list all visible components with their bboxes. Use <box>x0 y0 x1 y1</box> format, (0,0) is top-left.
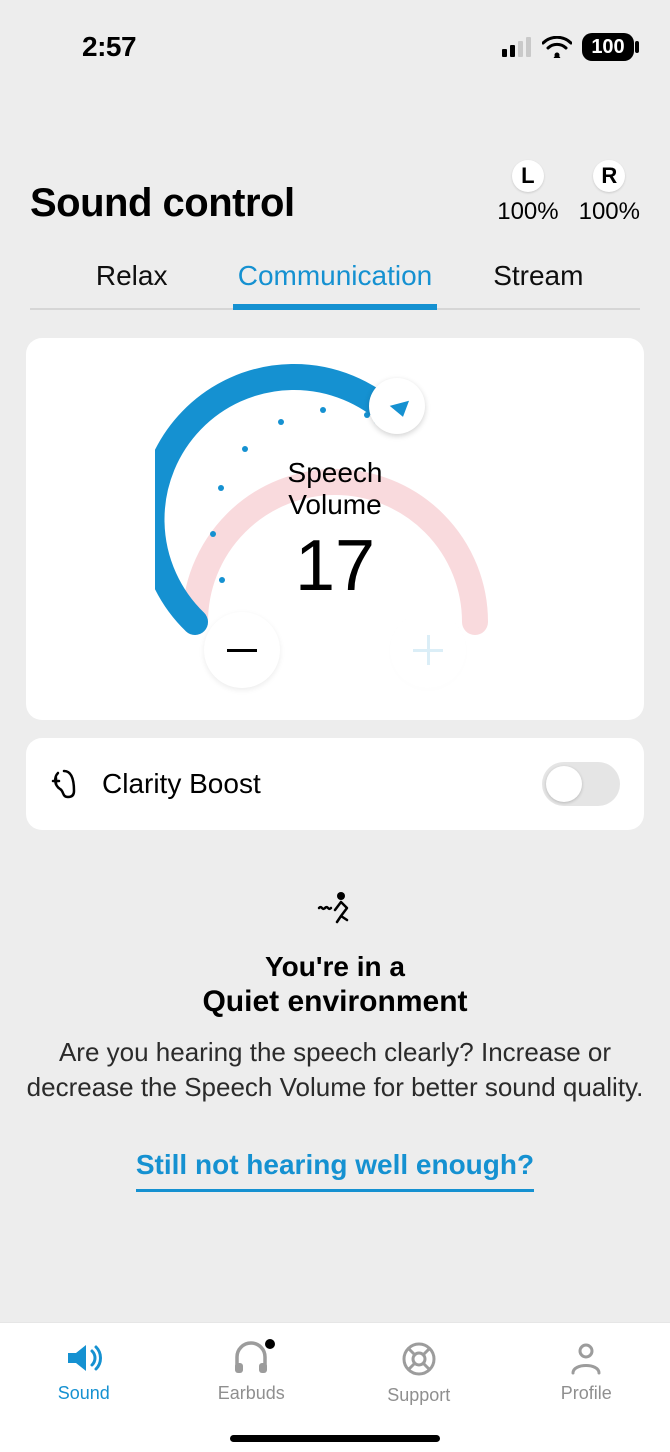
status-bar: 2:57 100 <box>0 0 670 80</box>
tabbar-earbuds[interactable]: Earbuds <box>168 1341 336 1404</box>
tabbar-sound-label: Sound <box>58 1383 110 1404</box>
right-pill: R <box>593 160 625 192</box>
tab-communication[interactable]: Communication <box>233 250 436 308</box>
environment-title: Quiet environment <box>20 985 650 1019</box>
tabbar-profile-label: Profile <box>561 1383 612 1404</box>
signal-icon <box>502 37 532 57</box>
left-value: 100% <box>497 198 558 226</box>
volume-plus-button[interactable] <box>390 612 466 688</box>
left-pill: L <box>512 160 544 192</box>
mode-tabs: Relax Communication Stream <box>30 250 640 310</box>
sound-icon <box>64 1341 104 1375</box>
tab-relax[interactable]: Relax <box>30 250 233 308</box>
speech-volume-card: SpeechVolume 17 <box>26 338 644 720</box>
gauge-handle[interactable] <box>369 378 425 434</box>
environment-section: You're in a Quiet environment Are you he… <box>0 886 670 1192</box>
tabbar-earbuds-label: Earbuds <box>218 1383 285 1404</box>
battery-icon: 100 <box>582 33 634 61</box>
hearing-help-link[interactable]: Still not hearing well enough? <box>136 1149 534 1192</box>
status-icons: 100 <box>502 33 634 61</box>
volume-gauge[interactable]: SpeechVolume 17 <box>155 362 515 662</box>
right-earbud-level: R 100% <box>579 160 640 226</box>
page-title: Sound control <box>30 181 295 226</box>
ear-icon <box>50 767 80 801</box>
clarity-boost-label: Clarity Boost <box>102 768 261 800</box>
tabbar-support-label: Support <box>387 1385 450 1406</box>
bottom-tabbar: Sound Earbuds Support Profile <box>0 1322 670 1452</box>
clarity-boost-row: Clarity Boost <box>26 738 644 830</box>
gauge-label: SpeechVolume <box>155 457 515 521</box>
environment-prefix: You're in a <box>20 951 650 983</box>
earbud-level-row: L 100% R 100% <box>497 160 640 226</box>
environment-description: Are you hearing the speech clearly? Incr… <box>20 1035 650 1105</box>
tabbar-sound[interactable]: Sound <box>0 1341 168 1404</box>
home-indicator <box>230 1435 440 1442</box>
tabbar-profile[interactable]: Profile <box>503 1341 670 1404</box>
tab-stream[interactable]: Stream <box>437 250 640 308</box>
left-earbud-level: L 100% <box>497 160 558 226</box>
status-time: 2:57 <box>82 31 136 63</box>
right-value: 100% <box>579 198 640 226</box>
wifi-icon <box>542 36 572 58</box>
gauge-value: 17 <box>155 525 515 607</box>
environment-icon <box>20 886 650 935</box>
support-icon <box>401 1341 437 1377</box>
earbuds-badge-dot <box>265 1339 275 1349</box>
profile-icon <box>569 1341 603 1375</box>
clarity-boost-toggle[interactable] <box>542 762 620 806</box>
tabbar-support[interactable]: Support <box>335 1341 503 1406</box>
